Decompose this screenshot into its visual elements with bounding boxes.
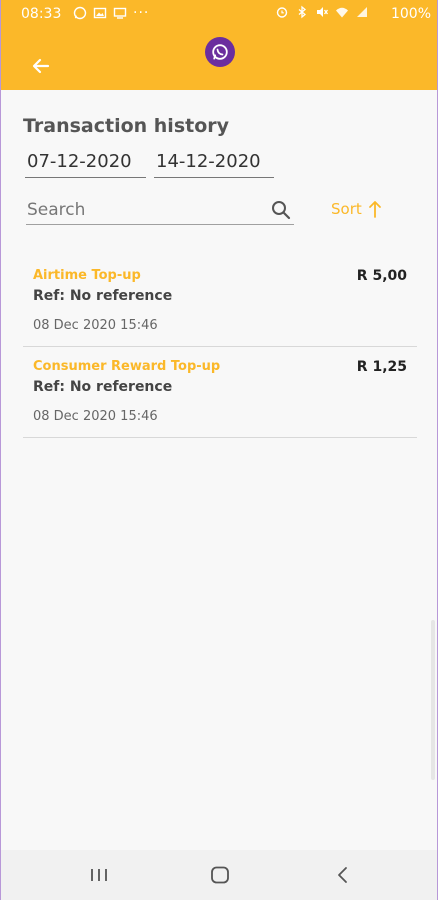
app-bar: 08:33 ··· 100% <box>1 0 437 90</box>
transaction-item[interactable]: Consumer Reward Top-up Ref: No reference… <box>23 347 417 438</box>
sort-label: Sort <box>331 200 362 218</box>
back-icon[interactable] <box>332 865 356 885</box>
search-bar <box>26 196 294 225</box>
whatsapp-icon <box>73 6 87 20</box>
transaction-ref: Ref: No reference <box>33 288 173 304</box>
battery-level: 100% <box>390 6 431 22</box>
sort-button[interactable]: Sort <box>331 200 382 218</box>
system-nav-bar <box>1 850 437 900</box>
transaction-date: 08 Dec 2020 15:46 <box>33 318 158 333</box>
transaction-item[interactable]: Airtime Top-up Ref: No reference 08 Dec … <box>23 256 417 347</box>
home-icon[interactable] <box>208 865 232 885</box>
transaction-ref: Ref: No reference <box>33 379 173 395</box>
status-left-icons: ··· <box>73 5 149 21</box>
alarm-icon <box>276 7 288 18</box>
status-time: 08:33 <box>21 6 62 22</box>
signal-icon <box>357 7 367 17</box>
transaction-name: Consumer Reward Top-up <box>33 359 221 374</box>
transaction-name: Airtime Top-up <box>33 268 141 283</box>
arrow-up-icon <box>368 201 381 218</box>
date-from-field[interactable]: 07-12-2020 <box>25 146 146 178</box>
recent-apps-icon[interactable] <box>87 865 111 885</box>
monitor-icon <box>113 7 127 19</box>
date-to-field[interactable]: 14-12-2020 <box>154 146 274 178</box>
bluetooth-icon <box>298 5 307 19</box>
transaction-date: 08 Dec 2020 15:46 <box>33 409 158 424</box>
more-notifications-icon: ··· <box>133 5 150 21</box>
status-right-icons <box>275 5 369 19</box>
arrow-left-icon[interactable] <box>29 54 53 78</box>
app-screen: 08:33 ··· 100% Transaction history 07-12… <box>0 0 438 900</box>
wifi-icon <box>336 7 348 18</box>
status-bar: 08:33 ··· 100% <box>1 0 437 28</box>
transaction-list: Airtime Top-up Ref: No reference 08 Dec … <box>23 256 417 438</box>
transaction-amount: R 5,00 <box>356 268 407 284</box>
whatsapp-icon <box>212 44 228 60</box>
mute-icon <box>317 7 329 17</box>
search-input[interactable] <box>26 196 266 224</box>
scrollbar[interactable] <box>431 620 435 780</box>
transaction-amount: R 1,25 <box>356 359 407 375</box>
search-icon[interactable] <box>270 199 292 221</box>
page-title: Transaction history <box>23 115 230 137</box>
image-icon <box>93 7 107 19</box>
brand-logo <box>205 37 235 67</box>
